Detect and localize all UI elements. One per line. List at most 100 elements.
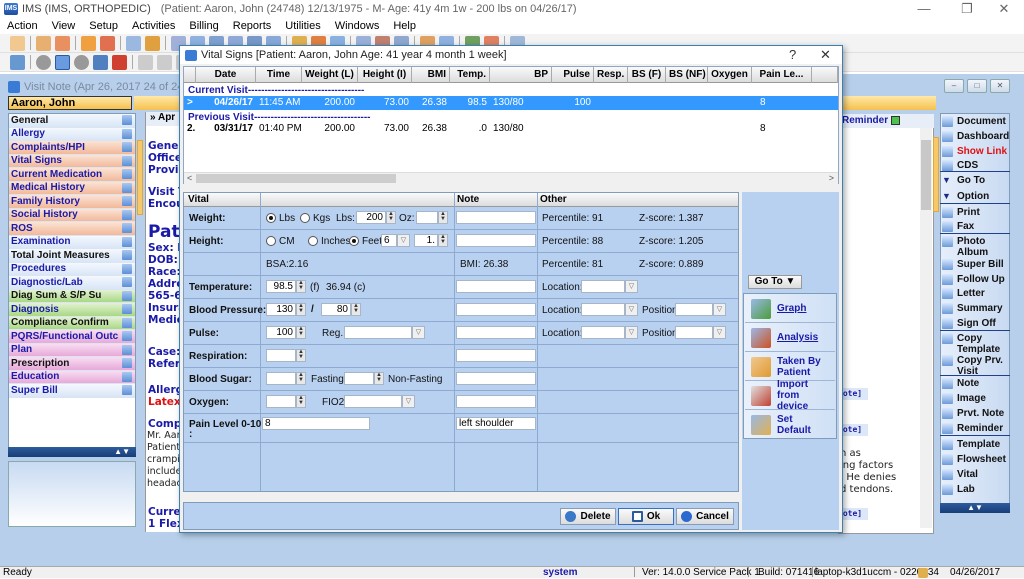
- folder-icon[interactable]: [81, 35, 96, 51]
- pulse-input[interactable]: 100: [266, 326, 296, 339]
- height-inches-spinner[interactable]: ▲ ▼: [438, 234, 448, 247]
- note-edit-icon[interactable]: [122, 277, 132, 288]
- add-icon[interactable]: [36, 54, 51, 70]
- grid-column-header[interactable]: Pulse: [552, 67, 594, 83]
- maximize-button[interactable]: ❐: [947, 0, 987, 18]
- systolic-input[interactable]: 130: [266, 303, 296, 316]
- graph-button[interactable]: Graph: [745, 295, 835, 323]
- note-edit-icon[interactable]: [122, 290, 132, 301]
- note-edit-icon[interactable]: [122, 304, 132, 315]
- note-edit-icon[interactable]: [122, 155, 132, 166]
- user-edit-icon[interactable]: [36, 35, 51, 51]
- grid-scroll-thumb[interactable]: [196, 174, 396, 183]
- section-nav-item[interactable]: Diagnosis: [9, 303, 135, 317]
- section-nav-item[interactable]: ROS: [9, 222, 135, 236]
- fasting-sugar-spinner[interactable]: ▲ ▼: [296, 372, 306, 385]
- height-feet-select[interactable]: 6: [381, 234, 397, 247]
- menu-activities[interactable]: Activities: [125, 20, 182, 32]
- user-check-icon[interactable]: [55, 35, 70, 51]
- lab-flask-icon[interactable]: [145, 35, 160, 51]
- pain-level-input[interactable]: 8: [262, 417, 370, 430]
- action-nav-item[interactable]: CDS: [942, 160, 1008, 171]
- note-edit-icon[interactable]: [122, 358, 132, 369]
- sync-icon[interactable]: [93, 54, 108, 70]
- pulse-location-select[interactable]: [581, 326, 625, 339]
- height-inches-input[interactable]: 1.: [414, 234, 438, 247]
- nonfasting-sugar-input[interactable]: [344, 372, 374, 385]
- action-nav-item[interactable]: Super Bill: [942, 259, 1008, 270]
- action-nav-item[interactable]: Summary: [942, 303, 1008, 314]
- chevron-down-icon[interactable]: ▽: [625, 326, 638, 339]
- blood-sugar-note-input[interactable]: [456, 372, 536, 385]
- weight-lbs-input[interactable]: 200: [356, 211, 386, 224]
- chevron-down-icon[interactable]: ▽: [402, 395, 415, 408]
- set-default-button[interactable]: Set Default: [745, 411, 835, 439]
- patient-icon[interactable]: [10, 35, 25, 51]
- section-nav-item[interactable]: Total Joint Measures: [9, 249, 135, 263]
- weight-oz-input[interactable]: [416, 211, 438, 224]
- first-record-icon[interactable]: [138, 54, 153, 70]
- height-feet-radio[interactable]: [349, 236, 359, 246]
- section-nav-item[interactable]: Procedures: [9, 262, 135, 276]
- section-nav-item[interactable]: Diag Sum & S/P Su: [9, 289, 135, 303]
- menu-help[interactable]: Help: [386, 20, 423, 32]
- grid-column-header[interactable]: Oxygen: [708, 67, 752, 83]
- action-nav-item[interactable]: Image: [942, 393, 1008, 404]
- bp-position-select[interactable]: [675, 303, 713, 316]
- section-nav-item[interactable]: Family History: [9, 195, 135, 209]
- note-edit-icon[interactable]: [122, 344, 132, 355]
- action-nav-item[interactable]: Copy Prv. Visit: [942, 355, 1008, 377]
- cancel-button[interactable]: Cancel: [676, 508, 734, 525]
- nonfasting-sugar-spinner[interactable]: ▲ ▼: [374, 372, 384, 385]
- grid-row[interactable]: 2. 03/31/17 01:40 PM 200.00 73.00 26.38 .0 130/…: [184, 123, 838, 135]
- systolic-spinner[interactable]: ▲ ▼: [296, 303, 306, 316]
- section-nav-item[interactable]: Allergy: [9, 127, 135, 141]
- grid-column-header[interactable]: BS (F): [628, 67, 666, 83]
- action-nav-item[interactable]: Sign Off: [942, 318, 1008, 329]
- action-nav-item[interactable]: Vital: [942, 469, 1008, 480]
- note-edit-icon[interactable]: [122, 263, 132, 274]
- section-nav-scroll-arrows[interactable]: ▲▼: [8, 447, 136, 457]
- remove-icon[interactable]: [74, 54, 89, 70]
- note-edit-icon[interactable]: [122, 317, 132, 328]
- bp-location-select[interactable]: [581, 303, 625, 316]
- action-nav-item[interactable]: Copy Template: [942, 333, 1008, 355]
- action-nav-item[interactable]: Note: [942, 378, 1008, 389]
- grid-row[interactable]: >04/26/17 11:45 AM 200.00 73.00 26.38 98.5 130…: [184, 96, 838, 110]
- grid-column-header[interactable]: BS (NF): [666, 67, 708, 83]
- oxygen-input[interactable]: [266, 395, 296, 408]
- action-nav-item[interactable]: Show Link: [942, 146, 1008, 157]
- action-nav-item[interactable]: Photo Album: [942, 236, 1008, 258]
- weight-note-input[interactable]: [456, 211, 536, 224]
- action-nav-item[interactable]: Flowsheet: [942, 454, 1008, 465]
- action-nav-item[interactable]: Dashboard: [942, 131, 1009, 142]
- left-splitter-handle[interactable]: [137, 140, 143, 215]
- weight-lbs-spinner[interactable]: ▲ ▼: [386, 211, 396, 224]
- temperature-note-input[interactable]: [456, 280, 536, 293]
- note-edit-icon[interactable]: [122, 182, 132, 193]
- action-nav-item[interactable]: Letter: [942, 288, 1008, 299]
- oxygen-note-input[interactable]: [456, 395, 536, 408]
- grid-column-header[interactable]: BP: [490, 67, 552, 83]
- scroll-right-icon[interactable]: >: [829, 173, 834, 183]
- edit-note-icon[interactable]: [55, 54, 70, 70]
- action-nav-item[interactable]: Prvt. Note: [942, 408, 1008, 419]
- goto-dropdown-button[interactable]: Go To ▼: [748, 275, 802, 289]
- note-edit-icon[interactable]: [122, 209, 132, 220]
- weight-kgs-radio[interactable]: [300, 213, 310, 223]
- section-nav-item[interactable]: Education: [9, 370, 135, 384]
- section-nav-item[interactable]: Complaints/HPI: [9, 141, 135, 155]
- weight-lbs-radio[interactable]: [266, 213, 276, 223]
- section-nav-item[interactable]: Plan: [9, 343, 135, 357]
- pulse-spinner[interactable]: ▲ ▼: [296, 326, 306, 339]
- grid-column-header[interactable]: [812, 67, 838, 83]
- chevron-down-icon[interactable]: ▽: [625, 280, 638, 293]
- action-nav-item[interactable]: Print: [942, 207, 1008, 218]
- rx-icon[interactable]: [126, 35, 141, 51]
- patient-quick-icons[interactable]: [134, 96, 184, 110]
- diastolic-spinner[interactable]: ▲ ▼: [351, 303, 361, 316]
- pulse-position-select[interactable]: [675, 326, 713, 339]
- action-nav-item[interactable]: ▼ Go To: [942, 175, 1008, 186]
- height-cm-radio[interactable]: [266, 236, 276, 246]
- mdi-minimize-button[interactable]: –: [944, 79, 964, 93]
